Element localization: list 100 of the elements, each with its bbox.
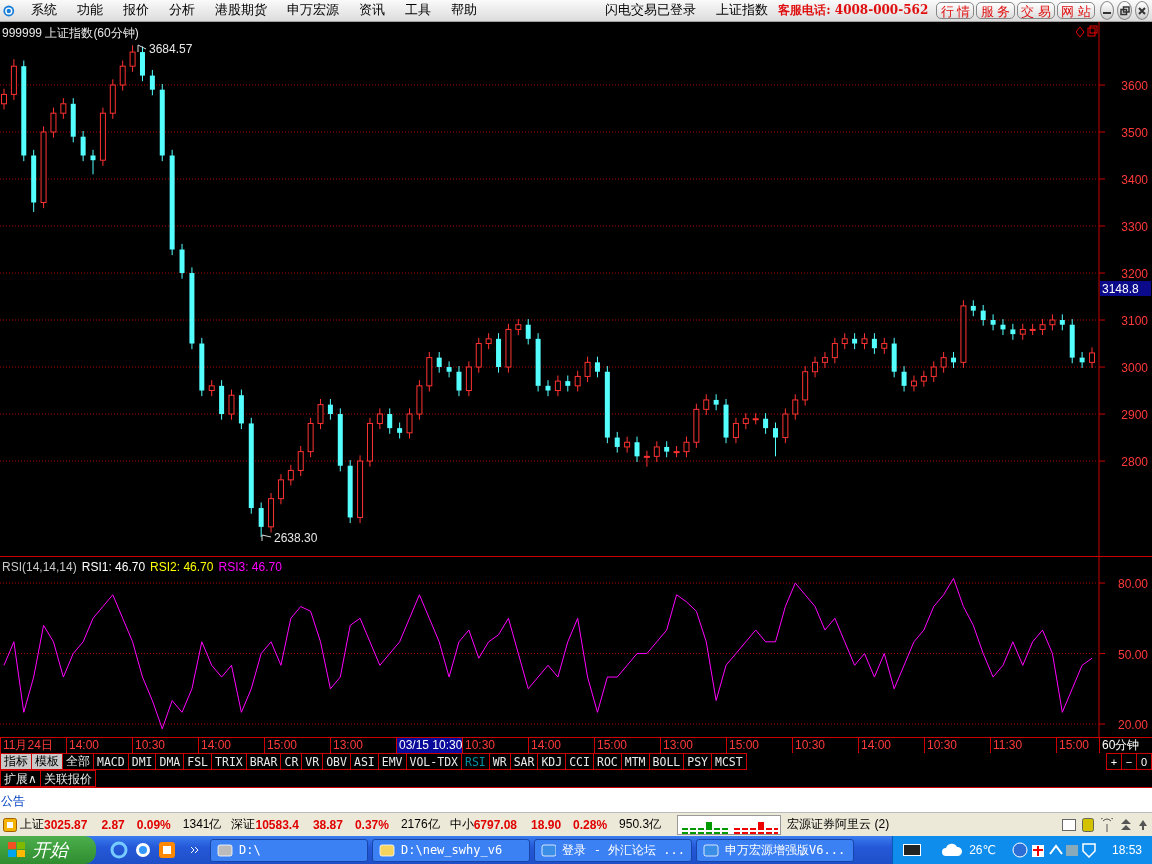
folder-icon <box>379 843 395 857</box>
indicator-tab[interactable]: 指标 <box>0 753 32 770</box>
index-price: 10583.4 <box>255 817 299 832</box>
price-tick-label: 3600 <box>1121 79 1148 93</box>
candlestick <box>703 393 710 416</box>
sub-tab[interactable]: 关联报价 <box>39 770 96 787</box>
menu-item[interactable]: 系统 <box>20 2 67 19</box>
indicator-tab[interactable]: EMV <box>377 753 407 770</box>
candlestick <box>831 337 838 364</box>
indicator-tab[interactable]: PSY <box>683 753 712 770</box>
close-button[interactable] <box>1134 1 1149 20</box>
candlestick <box>732 417 739 444</box>
windows-logo-icon <box>8 842 26 858</box>
indicator-tab[interactable]: MACD <box>93 753 129 770</box>
candlestick <box>525 318 531 345</box>
taskbar-task[interactable]: D:\ <box>210 838 368 862</box>
candlestick <box>129 44 136 73</box>
candlestick <box>119 60 126 92</box>
candlestick <box>782 407 789 444</box>
price-tick-label: 3500 <box>1121 126 1148 140</box>
restore-button[interactable] <box>1117 1 1132 20</box>
minimize-button[interactable] <box>1100 1 1115 20</box>
candlestick <box>446 360 452 378</box>
candlestick <box>387 407 393 435</box>
candlestick <box>1089 346 1095 369</box>
indicator-tab[interactable]: VR <box>301 753 324 770</box>
candlestick <box>317 398 324 430</box>
candlestick <box>920 370 927 388</box>
menu-item[interactable]: 帮助 <box>440 2 487 19</box>
candlestick <box>297 445 304 477</box>
tray-icons-drawing[interactable] <box>1011 842 1098 858</box>
indicator-tab[interactable]: BOLL <box>648 753 685 770</box>
window-icon <box>1087 25 1098 37</box>
indicator-tab[interactable]: CR <box>280 753 303 770</box>
indicator-tab[interactable]: 模板 <box>31 753 63 770</box>
indicator-tab[interactable]: TRIX <box>211 753 247 770</box>
menu-item[interactable]: 报价 <box>112 2 159 19</box>
signal-icon <box>1100 817 1114 832</box>
index-icon <box>3 817 17 832</box>
menu-item[interactable]: 港股期货 <box>204 2 277 19</box>
indicator-tab[interactable]: RSI <box>461 753 490 770</box>
nav-button[interactable]: 网 站 <box>1056 2 1096 19</box>
menu-item[interactable]: 工具 <box>394 2 441 19</box>
up-arrow-icon <box>1138 818 1148 831</box>
sub-tab[interactable]: 扩展∧ <box>0 770 41 787</box>
zoom-button[interactable]: − <box>1121 753 1137 770</box>
window-icon <box>703 843 719 857</box>
rsi-tick-label: 80.00 <box>1117 577 1148 592</box>
browser-icon[interactable] <box>134 841 152 859</box>
indicator-tab[interactable]: CCI <box>565 753 594 770</box>
nav-button[interactable]: 交 易 <box>1016 2 1055 19</box>
zoom-button[interactable]: 0 <box>1136 753 1152 770</box>
indicator-tab[interactable]: KDJ <box>537 753 567 770</box>
candlestick <box>763 412 769 435</box>
candlestick <box>287 464 294 486</box>
indicator-tab[interactable]: VOL-TDX <box>405 753 462 770</box>
candlestick <box>594 356 600 378</box>
nav-button[interactable]: 行 情 <box>936 2 975 19</box>
index-name: 上证 <box>20 816 44 833</box>
turnover-text: 2176亿 <box>400 816 440 833</box>
menu-item[interactable]: 申万宏源 <box>276 2 349 19</box>
candlestick <box>228 389 235 421</box>
app-icon[interactable] <box>158 841 176 859</box>
candlestick <box>465 360 472 397</box>
browser-icon[interactable] <box>110 841 128 859</box>
status-text: 闪电交易已登录 <box>604 2 698 19</box>
menu-item[interactable]: 资讯 <box>348 2 395 19</box>
indicator-tab[interactable]: BRAR <box>245 753 282 770</box>
rsi-tick-label: 20.00 <box>1117 718 1148 733</box>
taskbar-task[interactable]: 申万宏源增强版V6... <box>696 838 854 862</box>
keyboard-icon[interactable] <box>903 844 922 856</box>
indicator-tab[interactable]: ROC <box>592 753 622 770</box>
turnover-text: 1341亿 <box>182 816 222 833</box>
index-percent: 0.09% <box>136 817 171 832</box>
indicator-tab[interactable]: MTM <box>620 753 650 770</box>
taskbar-task[interactable]: D:\new_swhy_v6 <box>372 838 530 862</box>
zoom-button[interactable]: + <box>1106 753 1122 770</box>
indicator-tab[interactable]: 全部 <box>62 753 94 770</box>
candlestick <box>50 107 57 139</box>
candlestick <box>980 304 986 327</box>
chevron-icon[interactable] <box>190 845 200 855</box>
indicator-tab[interactable]: MCST <box>711 753 747 770</box>
indicator-tab[interactable]: DMA <box>155 753 185 770</box>
indicator-tab[interactable]: FSL <box>183 753 213 770</box>
minimize-icon <box>1103 12 1112 14</box>
taskbar-task[interactable]: 登录 - 外汇论坛 ... <box>534 838 692 862</box>
indicator-tab[interactable]: WR <box>488 753 511 770</box>
candlestick <box>940 351 947 374</box>
candlestick <box>910 374 917 392</box>
notice-label: 公告 <box>1 793 25 810</box>
indicator-tab[interactable]: OBV <box>322 753 351 770</box>
low-price-label: 2638.30 <box>274 531 318 545</box>
menu-item[interactable]: 分析 <box>158 2 205 19</box>
candlestick <box>436 351 442 374</box>
leader-line <box>137 44 147 53</box>
chart-title: 999999 上证指数(60分钟) <box>2 26 139 40</box>
nav-button[interactable]: 服 务 <box>976 2 1015 19</box>
menu-item[interactable]: 功能 <box>66 2 113 19</box>
candlestick <box>456 365 462 397</box>
indicator-tab[interactable]: ASI <box>349 753 379 770</box>
